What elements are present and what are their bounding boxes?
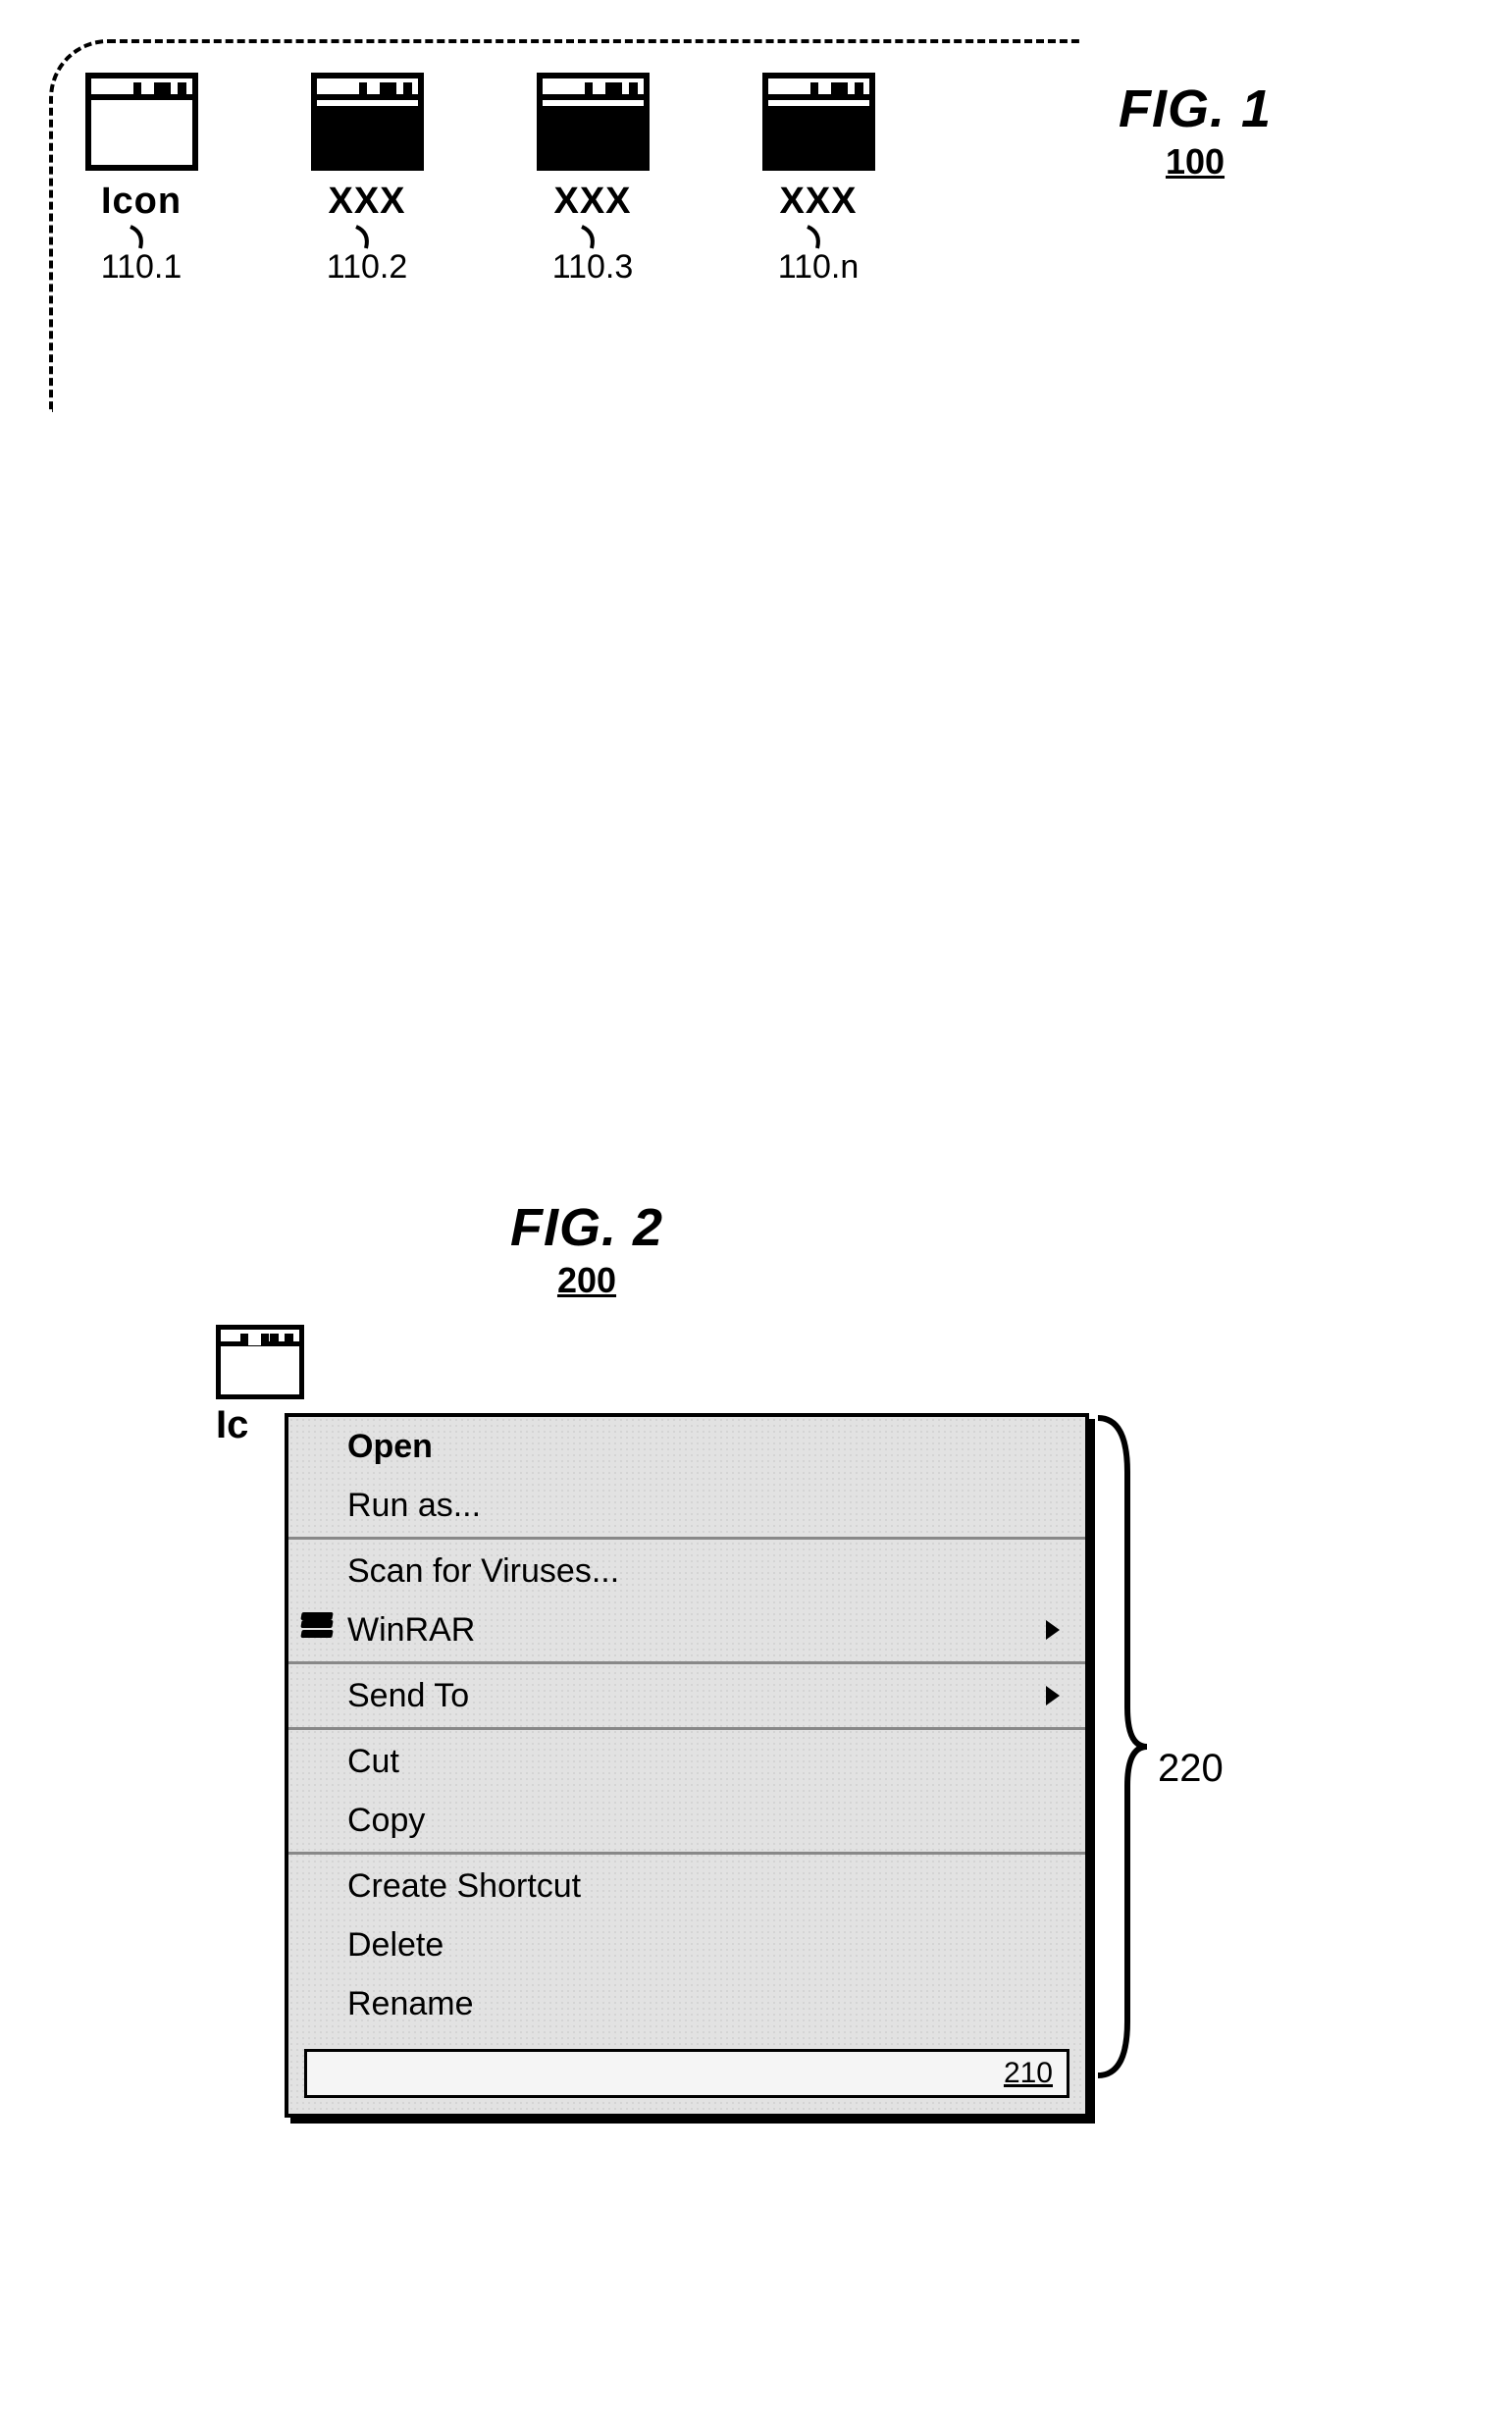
- icon-label: Icon: [101, 181, 182, 223]
- icon-ref-number: 110.1: [101, 248, 182, 287]
- menu-item-label: Open: [347, 1428, 1066, 1466]
- fig1-caption: FIG. 1 100: [1119, 79, 1272, 183]
- brace-icon: [1093, 1413, 1152, 2080]
- fig2-panel: Ic OpenRun as...Scan for Viruses...WinRA…: [226, 1325, 1128, 1447]
- menu-item[interactable]: WinRAR: [288, 1600, 1085, 1659]
- window-icon: [537, 73, 650, 171]
- icon-ref-number: 110.2: [327, 248, 408, 287]
- window-icon: [85, 73, 198, 171]
- menu-item[interactable]: Rename: [288, 1974, 1085, 2033]
- desktop-icon[interactable]: XXX 110.3: [524, 73, 661, 383]
- icon-label: XXX: [328, 181, 405, 223]
- icon-label: XXX: [553, 181, 631, 223]
- fig1-number: 100: [1119, 141, 1272, 183]
- menu-item[interactable]: Copy: [288, 1791, 1085, 1850]
- menu-ref-number: 220: [1158, 1747, 1224, 1791]
- menu-item-label: Scan for Viruses...: [347, 1552, 1066, 1591]
- menu-item-icon-slot: [288, 1616, 347, 1644]
- desktop-icon[interactable]: Icon 110.1: [73, 73, 210, 383]
- leader-line: [804, 225, 833, 250]
- menu-separator: [288, 1661, 1085, 1664]
- window-icon: [762, 73, 875, 171]
- fig2-caption: FIG. 2 200: [510, 1197, 663, 1301]
- footer-ref-number: 210: [1004, 2057, 1053, 2090]
- fig2-number: 200: [510, 1260, 663, 1301]
- menu-item[interactable]: Run as...: [288, 1476, 1085, 1535]
- menu-separator: [288, 1852, 1085, 1855]
- fig1-panel: Icon 110.1 XXX 110.2 XXX 110.3 XXX 110.n: [49, 39, 1079, 412]
- menu-item[interactable]: Scan for Viruses...: [288, 1542, 1085, 1600]
- menu-item-label: Run as...: [347, 1487, 1066, 1525]
- leader-line: [352, 225, 382, 250]
- books-icon: [301, 1616, 335, 1644]
- menu-item[interactable]: Send To: [288, 1666, 1085, 1725]
- fig2-heading: FIG. 2: [510, 1197, 663, 1258]
- leader-line: [127, 225, 156, 250]
- window-icon: [311, 73, 424, 171]
- menu-item-label: Send To: [347, 1677, 1046, 1715]
- menu-item-label: Copy: [347, 1802, 1066, 1840]
- menu-item[interactable]: Cut: [288, 1732, 1085, 1791]
- menu-item[interactable]: Delete: [288, 1915, 1085, 1974]
- icon-ref-number: 110.3: [552, 248, 634, 287]
- fig1-heading: FIG. 1: [1119, 79, 1272, 139]
- menu-separator: [288, 1727, 1085, 1730]
- menu-item-label: Delete: [347, 1926, 1066, 1965]
- icon-label-clipped: Ic: [216, 1403, 267, 1447]
- menu-item-label: Cut: [347, 1743, 1066, 1781]
- menu-item[interactable]: Create Shortcut: [288, 1857, 1085, 1915]
- menu-separator: [288, 1537, 1085, 1540]
- menu-item-label: Create Shortcut: [347, 1867, 1066, 1906]
- window-icon: [216, 1325, 304, 1399]
- icon-ref-number: 110.n: [778, 248, 860, 287]
- desktop-icon[interactable]: XXX 110.n: [750, 73, 887, 383]
- desktop-icon[interactable]: XXX 110.2: [298, 73, 436, 383]
- context-menu: Open Run as... Scan for Viruses... WinRAR Se…: [285, 1413, 1089, 2118]
- icon-label: XXX: [779, 181, 857, 223]
- context-menu-footer: 210: [304, 2049, 1069, 2098]
- leader-line: [578, 225, 607, 250]
- menu-item-label: Rename: [347, 1985, 1066, 2023]
- menu-item-label: WinRAR: [347, 1611, 1046, 1650]
- menu-item[interactable]: Open: [288, 1417, 1085, 1476]
